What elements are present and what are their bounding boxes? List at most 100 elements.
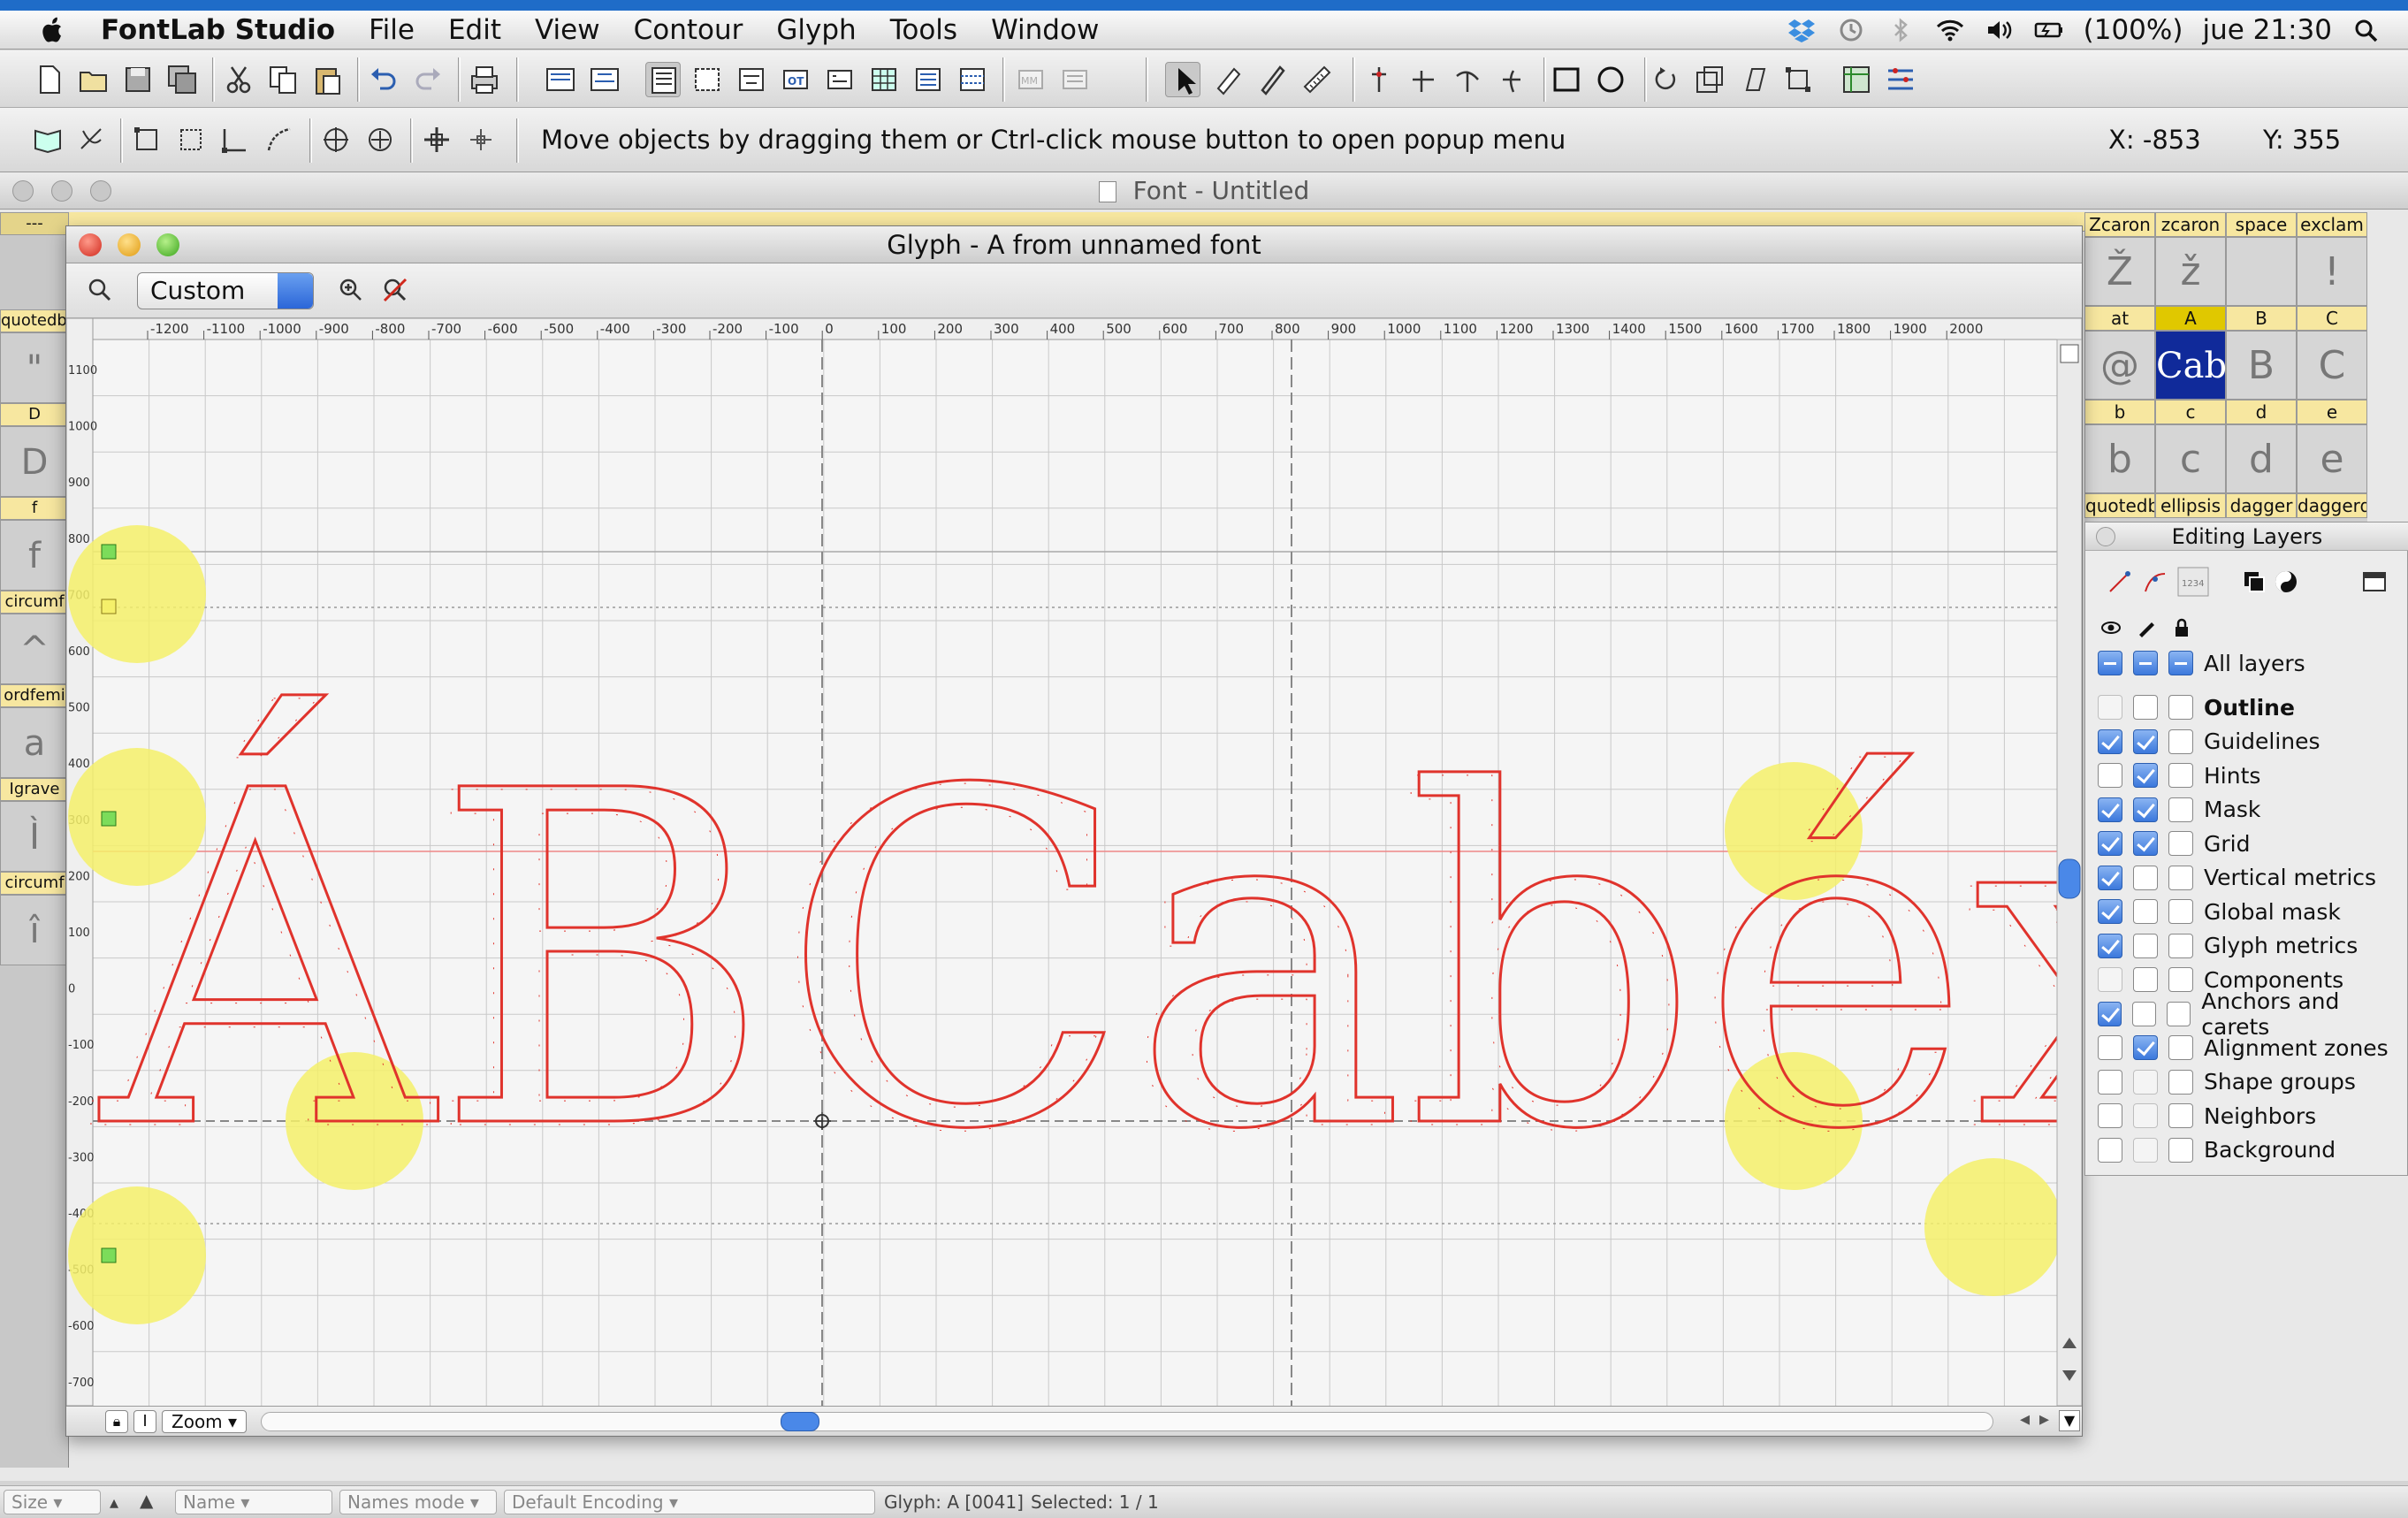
glyph-cell[interactable]: C [2297, 331, 2367, 400]
visible-checkbox[interactable] [2098, 1001, 2122, 1026]
mm-axes-icon[interactable] [1057, 62, 1093, 97]
glyph-cell[interactable]: ^ [0, 614, 69, 684]
lock-checkbox[interactable] [2168, 1069, 2193, 1095]
visible-checkbox[interactable] [2098, 967, 2122, 992]
layer-row-neighbors[interactable]: Neighbors [2098, 1099, 2316, 1133]
sketch-icon[interactable] [74, 122, 110, 157]
edit-checkbox[interactable] [2133, 865, 2158, 890]
horizontal-scrollbar[interactable] [261, 1412, 1993, 1431]
layers-close-button[interactable] [2096, 527, 2115, 546]
glyph-cell[interactable]: @ [2084, 331, 2155, 400]
glyph-canvas-svg[interactable]: -1200 -1100 -1000 -900 -800 -700 -600 -500 -400-… [66, 318, 2082, 1406]
lock-checkbox[interactable] [2168, 695, 2193, 720]
wifi-icon[interactable] [1935, 17, 1965, 43]
scroll-left-icon[interactable]: ◂ [2020, 1408, 2030, 1430]
yin-yang-icon[interactable] [2273, 568, 2299, 595]
glyph-cell[interactable] [2226, 237, 2297, 306]
save-all-icon[interactable] [164, 62, 200, 97]
glyph-cell[interactable]: Ì [0, 801, 69, 872]
rotate-tool-icon[interactable] [1648, 62, 1683, 97]
time-machine-icon[interactable] [1836, 17, 1866, 43]
copy-icon[interactable] [265, 62, 301, 97]
horizontal-scroll-thumb[interactable] [781, 1412, 819, 1431]
menu-tools[interactable]: Tools [890, 14, 957, 46]
visible-checkbox[interactable] [2098, 763, 2122, 788]
layer-row-shape-groups[interactable]: Shape groups [2098, 1065, 2356, 1099]
glyph-cell[interactable]: c [2155, 424, 2226, 493]
glyph-cell[interactable]: f [0, 520, 69, 591]
glyph-editing-canvas[interactable]: -1200 -1100 -1000 -900 -800 -700 -600 -500 -400-… [66, 318, 2082, 1406]
lock-checkbox[interactable] [2168, 967, 2193, 992]
menu-window[interactable]: Window [991, 14, 1099, 46]
visible-checkbox[interactable] [2098, 899, 2122, 924]
pointer-tool-icon[interactable] [1165, 62, 1200, 97]
add-tangent-icon[interactable] [1494, 62, 1529, 97]
lock-checkbox[interactable] [2168, 763, 2193, 788]
pen-layer-icon[interactable] [2107, 568, 2133, 595]
lock-checkbox[interactable] [2167, 1001, 2191, 1026]
edit-checkbox[interactable] [2133, 797, 2158, 822]
expand-down-icon[interactable]: ▼ [2059, 1410, 2080, 1431]
lock-checkbox[interactable] [2168, 1137, 2193, 1163]
edit-checkbox[interactable] [2133, 1035, 2158, 1060]
list-icon[interactable] [911, 62, 946, 97]
edit-checkbox[interactable] [2132, 1001, 2157, 1026]
all-layers-edit-checkbox[interactable] [2133, 651, 2158, 675]
menu-view[interactable]: View [535, 14, 600, 46]
edit-checkbox[interactable] [2133, 1103, 2158, 1128]
move-contour-icon[interactable] [362, 122, 398, 157]
spotlight-search-icon[interactable] [2351, 17, 2381, 43]
glyph-cell[interactable]: ! [2297, 237, 2367, 306]
glyph-cell[interactable]: B [2226, 331, 2297, 400]
editing-layers-titlebar[interactable]: Editing Layers [2085, 523, 2408, 551]
lock-checkbox[interactable] [2168, 899, 2193, 924]
edit-checkbox[interactable] [2133, 967, 2158, 992]
lock-checkbox[interactable] [2168, 933, 2193, 958]
transform-tool-icon[interactable] [1780, 62, 1816, 97]
layer-row-guidelines[interactable]: Guidelines [2098, 725, 2320, 759]
lock-checkbox[interactable] [2168, 728, 2193, 754]
glyph-window-close-button[interactable] [79, 233, 102, 256]
menu-file[interactable]: File [369, 14, 415, 46]
layer-row-glyph-metrics[interactable]: Glyph metrics [2098, 929, 2358, 963]
slant-tool-icon[interactable] [1736, 62, 1772, 97]
menu-app-name[interactable]: FontLab Studio [101, 14, 335, 46]
lock-checkbox[interactable] [2168, 797, 2193, 822]
clock[interactable]: jue 21:30 [2202, 14, 2332, 46]
glyph-cell[interactable]: e [2297, 424, 2367, 493]
visible-checkbox[interactable] [2098, 1103, 2122, 1128]
visible-checkbox[interactable] [2098, 728, 2122, 754]
classes-icon[interactable] [690, 62, 725, 97]
layer-row-background[interactable]: Background [2098, 1133, 2336, 1167]
layer-row-hints[interactable]: Hints [2098, 759, 2260, 792]
edit-checkbox[interactable] [2133, 695, 2158, 720]
glyph-cell-selected[interactable]: Cab [2155, 331, 2227, 400]
visible-checkbox[interactable] [2098, 831, 2122, 856]
glyph-cell[interactable]: d [2226, 424, 2297, 493]
edit-checkbox[interactable] [2133, 1137, 2158, 1163]
move-nodes-icon[interactable] [318, 122, 354, 157]
font-window-close-button[interactable] [12, 180, 34, 202]
metrics-window-icon[interactable] [543, 62, 578, 97]
layer-row-outline[interactable]: Outline [2098, 690, 2295, 724]
layers-copy-icon[interactable] [2241, 568, 2267, 595]
edit-checkbox[interactable] [2133, 763, 2158, 788]
all-layers-lock-checkbox[interactable] [2168, 651, 2193, 675]
apple-icon[interactable] [35, 14, 71, 46]
menu-glyph[interactable]: Glyph [776, 14, 856, 46]
bluetooth-icon[interactable] [1886, 17, 1916, 43]
names-mode-select[interactable]: Names mode ▾ [339, 1490, 497, 1514]
layer-row-grid[interactable]: Grid [2098, 827, 2250, 860]
new-document-icon[interactable] [32, 62, 67, 97]
node-layer-icon[interactable] [2142, 568, 2168, 595]
glyph-cell[interactable]: î [0, 895, 69, 965]
print-icon[interactable] [467, 62, 502, 97]
zoom-reset-icon[interactable] [381, 276, 409, 304]
battery-icon[interactable] [2034, 17, 2064, 43]
edit-checkbox[interactable] [2133, 1069, 2158, 1095]
canvas-corner-toggle[interactable] [2060, 344, 2079, 363]
numbers-layer-icon[interactable]: 1234 [2177, 567, 2209, 597]
snap-icon[interactable] [463, 122, 499, 157]
measure-tool-icon[interactable] [1299, 62, 1335, 97]
ot-features-icon[interactable] [734, 62, 769, 97]
